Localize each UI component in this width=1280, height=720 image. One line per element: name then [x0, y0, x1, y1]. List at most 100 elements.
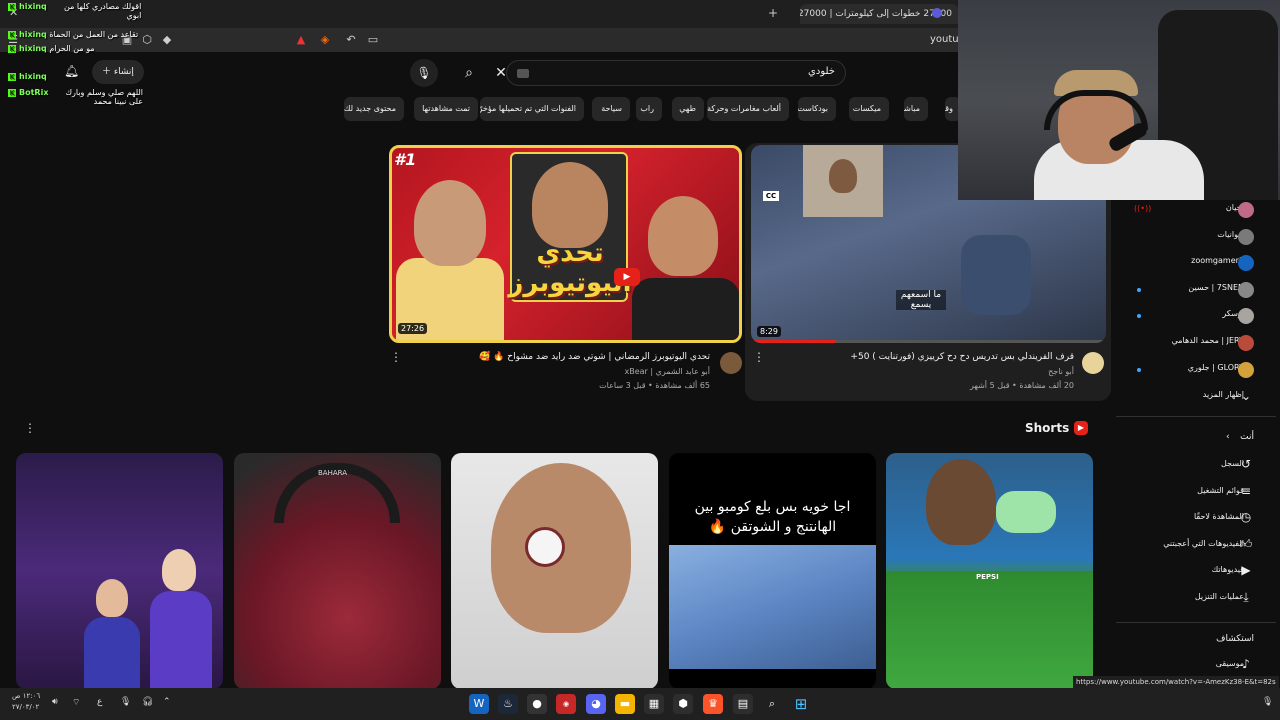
sidebar-explore-heading: استكشاف [1216, 634, 1254, 644]
filter-chip[interactable]: ألعاب مغامرات وحركة [707, 97, 789, 121]
sidebar-item[interactable]: الفيديوهات التي أعجبتني [1163, 539, 1244, 548]
channel-avatar[interactable] [1082, 352, 1104, 374]
network-icon[interactable]: ⌔ [72, 697, 80, 708]
calendar-icon[interactable]: ▦ [644, 694, 664, 714]
sidebar-item[interactable]: عمليات التنزيل [1195, 592, 1244, 601]
more-options-icon[interactable]: ⋮ [390, 350, 402, 364]
streamer-app-icon[interactable]: ◉ [556, 694, 576, 714]
windows-start-icon[interactable]: ⊞ [791, 694, 811, 714]
video-channel[interactable]: أبو ناجح [1048, 367, 1074, 376]
chat-text: اللهم صلي وسلم وبارك على نبينا محمد [65, 88, 144, 106]
new-tab-button[interactable]: + [768, 6, 778, 20]
filter-chip[interactable]: تمت مشاهدتها [414, 97, 478, 121]
more-options-icon[interactable]: ⋮ [24, 421, 36, 435]
filter-chip[interactable]: راب [636, 97, 662, 121]
mic-icon[interactable]: 🎙︎ [410, 59, 438, 87]
short-thumbnail[interactable] [16, 453, 223, 689]
taskbar-clock[interactable]: ١٢:٠٦ ص ٢٧/٠٣/٠٢ [12, 691, 40, 713]
cc-icon[interactable]: CC [763, 191, 779, 201]
chat-message: Khixinq تقاعد من العمل من الحماة [8, 30, 138, 39]
app-icon[interactable]: ⬢ [673, 694, 693, 714]
discord-icon[interactable]: ◕ [586, 694, 606, 714]
filter-chip[interactable]: مباشر [904, 97, 928, 121]
search-input[interactable]: خلودي [506, 60, 846, 86]
mic-tray-icon[interactable]: 🎙︎ [120, 697, 131, 707]
search-icon[interactable]: ⌕ [456, 60, 482, 86]
progress-track [751, 340, 1106, 343]
game-character [961, 235, 1031, 315]
channel-avatar[interactable] [720, 352, 742, 374]
short-thumbnail[interactable]: PEPSI [886, 453, 1093, 689]
kick-badge-icon: K [8, 3, 16, 11]
clock-date: ٢٧/٠٣/٠٢ [12, 703, 40, 711]
vpn-icon[interactable]: ◆ [160, 33, 174, 47]
video-title[interactable]: تحدي اليوتيوبرز الرمضاني | شوتي ضد رايد … [479, 352, 710, 362]
notifications-icon[interactable]: 🔔︎ [64, 64, 79, 78]
obs-icon[interactable]: ● [527, 694, 547, 714]
filter-chip[interactable]: طهي [672, 97, 704, 121]
filter-chip[interactable]: ميكسات [849, 97, 889, 121]
clock-icon: ◷ [1240, 510, 1252, 525]
pip-icon[interactable]: ▭ [366, 33, 380, 47]
subscription-item[interactable]: zoomgamer1 [1191, 256, 1244, 265]
download-icon: ⤓ [1243, 590, 1249, 604]
mic-tray-icon[interactable]: 🎙︎ [1262, 697, 1273, 707]
channel-avatar [1238, 255, 1254, 272]
facecam-frame [803, 145, 883, 217]
headset-icon [1044, 90, 1148, 130]
filter-chip[interactable]: الفنوات التي تم تحميلها مؤخرًا [480, 97, 584, 121]
shorts-heading: Shorts [1025, 421, 1070, 435]
person-face [829, 159, 857, 193]
chevron-up-icon[interactable]: ⌃ [163, 697, 171, 707]
video-channel[interactable]: أبو عابد الشمري | xBear [624, 367, 710, 376]
play-square-icon: ▶ [1241, 563, 1251, 578]
sidebar-item[interactable]: المشاهدة لاحقًا [1194, 512, 1244, 521]
person-shirt [150, 591, 212, 689]
file-explorer-icon[interactable]: ▬ [615, 694, 635, 714]
youtube-logo-icon: ▶ [614, 268, 640, 286]
kick-badge-icon: K [8, 45, 16, 53]
back-icon[interactable]: ↶ [344, 33, 358, 47]
thumb-caption: ما اسمعهم يسمع [896, 290, 946, 310]
chat-text: اقولك مصادري كلها من ابوي [64, 2, 142, 20]
taskbar [0, 688, 1280, 720]
short-thumbnail[interactable] [451, 453, 658, 689]
keyboard-icon[interactable] [517, 69, 529, 78]
volume-icon[interactable]: 🔊︎ [52, 697, 58, 707]
mouth [525, 527, 565, 567]
sidebar-divider [1116, 622, 1276, 623]
more-options-icon[interactable]: ⋮ [753, 350, 765, 364]
subscription-item[interactable]: GLORY | جلوري [1188, 363, 1244, 372]
extension-icon[interactable]: ⬡ [140, 33, 154, 47]
chat-text: تقاعد من العمل من الحماة [49, 30, 139, 39]
short-thumbnail[interactable]: اجا خويه بس بلع كومبو بين الهانتنج و الش… [669, 453, 876, 689]
alert-icon[interactable]: ▲ [294, 33, 308, 47]
video-meta: 20 ألف مشاهدة • قبل 5 أشهر [970, 381, 1074, 390]
subscription-item[interactable]: JERY | محمد الدهامي [1172, 336, 1244, 345]
sidebar-divider [1116, 416, 1276, 417]
history-icon: ↺ [1240, 457, 1252, 471]
video-title[interactable]: قرف الفريندلي بس تدريس دح دح كرييزي (فور… [850, 352, 1074, 362]
sidebar-item[interactable]: قوائم التشغيل [1197, 486, 1244, 495]
create-button[interactable]: ＋ إنشاء [92, 60, 144, 84]
brave-icon[interactable]: ♛ [703, 694, 723, 714]
kick-badge-icon: K [8, 31, 16, 39]
filter-chip[interactable]: محتوى جديد لك [344, 97, 404, 121]
game-screenshot [669, 545, 876, 669]
video-duration: 27:26 [398, 323, 428, 334]
filter-chip[interactable]: بودكاست [798, 97, 836, 121]
task-view-icon[interactable]: ▤ [733, 694, 753, 714]
video-thumbnail[interactable]: #1 تحدي اليوتيوبرز ▶ 27:26 [389, 145, 742, 343]
headphones-icon[interactable]: 🎧︎ [142, 697, 153, 707]
filter-chip[interactable]: سياحة [592, 97, 630, 121]
steam-icon[interactable]: ♨ [498, 694, 518, 714]
music-icon: ♪ [1242, 657, 1250, 671]
language-indicator[interactable]: ع [97, 697, 102, 707]
person-face [926, 459, 996, 545]
short-thumbnail[interactable]: BAHARA [234, 453, 441, 689]
brave-shield-icon[interactable]: ◈ [318, 33, 332, 47]
subscription-item[interactable]: 7SNEN | حسين [1188, 283, 1244, 292]
taskbar-app-icon[interactable]: W [469, 694, 489, 714]
search-taskbar-icon[interactable]: ⌕ [762, 694, 782, 714]
sidebar-you-heading[interactable]: أنت [1240, 432, 1254, 442]
